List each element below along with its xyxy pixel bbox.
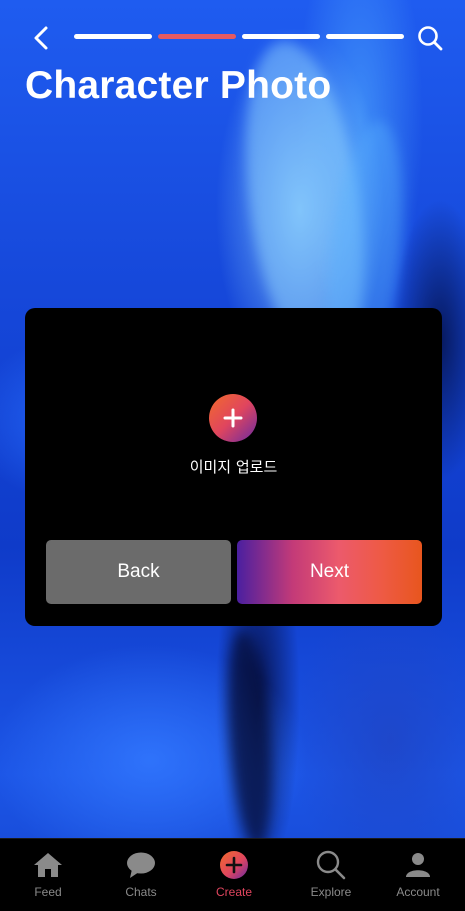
photo-upload-card: 이미지 업로드 Back Next <box>25 308 442 626</box>
nav-item-create[interactable]: Create <box>194 839 274 911</box>
character-photo-screen: Character Photo 이미지 업로드 Back Next Feed C… <box>0 0 465 911</box>
progress-step-2 <box>158 34 236 39</box>
nav-item-chats[interactable]: Chats <box>101 839 181 911</box>
search-icon <box>418 26 443 51</box>
search-icon <box>316 850 346 880</box>
nav-label-explore: Explore <box>310 885 352 899</box>
nav-item-feed[interactable]: Feed <box>8 839 88 911</box>
bottom-navigation: Feed Chats Create Explore Account <box>0 838 465 911</box>
nav-item-account[interactable]: Account <box>378 839 458 911</box>
nav-label-chats: Chats <box>125 885 157 899</box>
nav-label-feed: Feed <box>34 885 62 899</box>
search-button[interactable] <box>414 22 446 54</box>
nav-item-explore[interactable]: Explore <box>291 839 371 911</box>
back-button[interactable]: Back <box>46 540 231 604</box>
progress-step-1 <box>74 34 152 39</box>
page-title: Character Photo <box>25 64 332 107</box>
upload-image-label: 이미지 업로드 <box>189 458 278 476</box>
nav-label-create: Create <box>215 885 253 899</box>
header: Character Photo <box>0 0 465 120</box>
plus-circle-icon <box>220 851 248 879</box>
plus-icon <box>223 408 243 428</box>
next-button[interactable]: Next <box>237 540 422 604</box>
user-icon <box>406 853 430 877</box>
step-progress-bar <box>74 34 404 39</box>
chevron-left-icon <box>34 26 48 50</box>
progress-step-3 <box>242 34 320 39</box>
nav-label-account: Account <box>396 885 440 899</box>
back-arrow-button[interactable] <box>26 22 58 54</box>
home-icon <box>34 853 62 877</box>
progress-step-4 <box>326 34 404 39</box>
chat-bubble-icon <box>127 852 155 878</box>
upload-image-button[interactable] <box>209 394 257 442</box>
